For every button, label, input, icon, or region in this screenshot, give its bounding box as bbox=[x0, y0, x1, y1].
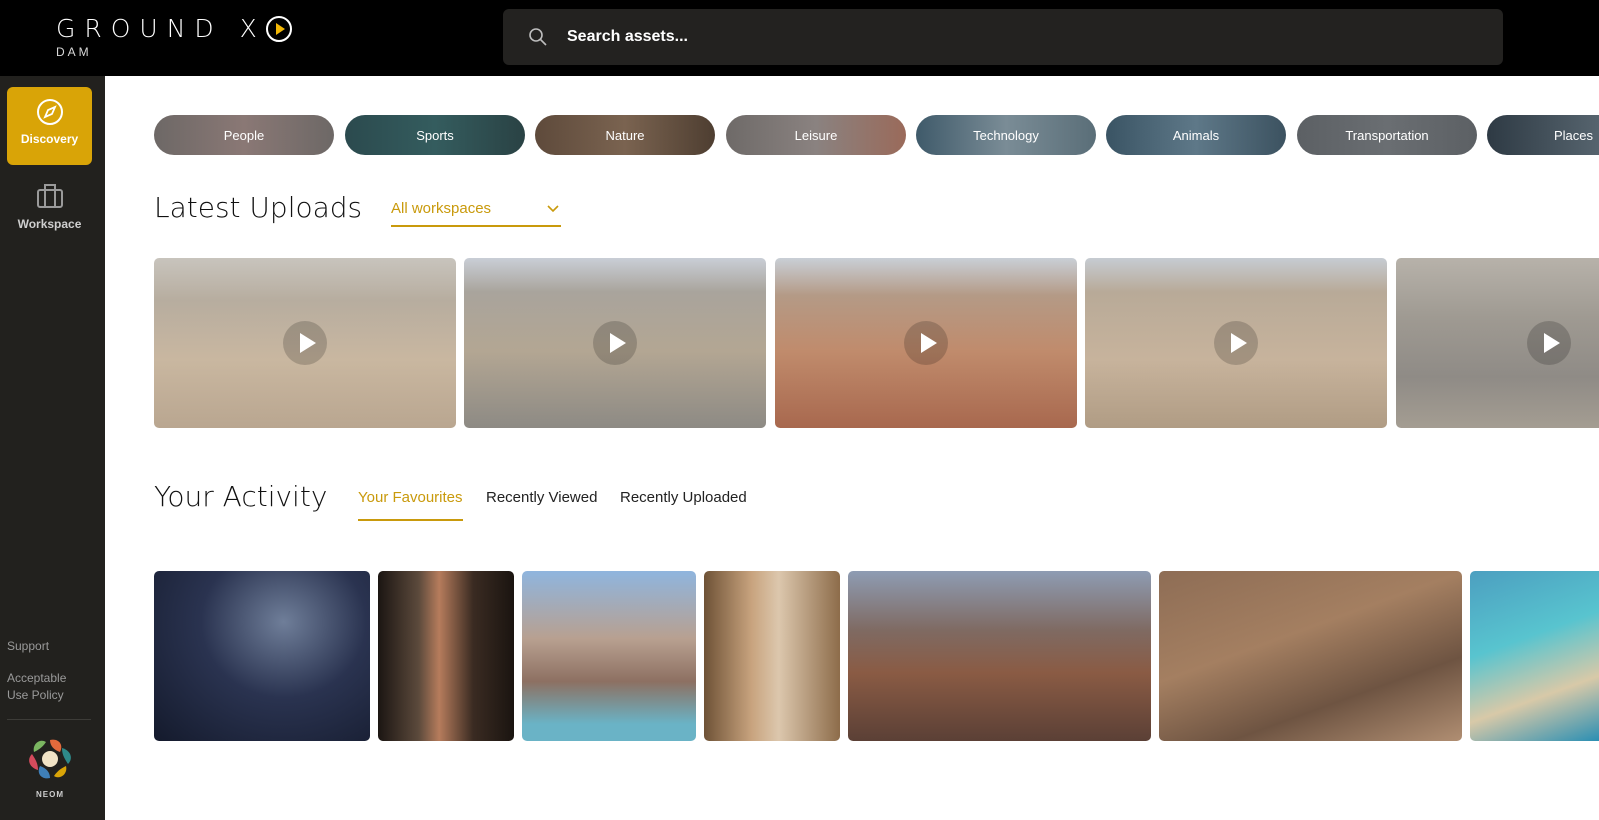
workspace-select[interactable]: All workspaces bbox=[391, 191, 561, 227]
sidebar-item-workspace[interactable]: Workspace bbox=[7, 172, 92, 250]
play-icon bbox=[1214, 321, 1258, 365]
category-label: Technology bbox=[973, 127, 1039, 143]
video-thumbnail[interactable] bbox=[775, 258, 1077, 428]
sidebar: Discovery Workspace Support Acceptable U… bbox=[0, 76, 105, 820]
search-bar[interactable] bbox=[503, 9, 1503, 65]
latest-uploads-title: Latest Uploads bbox=[154, 191, 363, 224]
logo-text: GROUND X bbox=[56, 14, 266, 43]
favourite-thumbnail[interactable] bbox=[378, 571, 514, 741]
acceptable-use-policy-link[interactable]: Acceptable Use Policy bbox=[7, 670, 82, 704]
sidebar-divider bbox=[7, 719, 91, 720]
tab-recently-uploaded[interactable]: Recently Uploaded bbox=[620, 489, 747, 519]
neom-label: NEOM bbox=[36, 790, 64, 799]
tab-recently-viewed[interactable]: Recently Viewed bbox=[486, 489, 597, 519]
favourite-thumbnail[interactable] bbox=[522, 571, 696, 741]
category-animals[interactable]: Animals bbox=[1106, 115, 1286, 155]
category-label: Places bbox=[1553, 127, 1593, 143]
search-icon bbox=[529, 28, 547, 46]
app-logo[interactable]: GROUND X DAM bbox=[56, 14, 292, 59]
category-label: Animals bbox=[1172, 127, 1220, 143]
category-sports[interactable]: Sports bbox=[345, 115, 525, 155]
workspace-select-value: All workspaces bbox=[391, 199, 492, 217]
category-label: Sports bbox=[416, 127, 454, 143]
video-thumbnail[interactable] bbox=[154, 258, 456, 428]
support-link[interactable]: Support bbox=[7, 638, 49, 655]
play-icon bbox=[904, 321, 948, 365]
favourite-thumbnail[interactable] bbox=[1159, 571, 1462, 741]
favourite-thumbnail[interactable] bbox=[1470, 571, 1599, 741]
neom-logo: NEOM bbox=[20, 736, 80, 799]
favourite-thumbnail[interactable] bbox=[704, 571, 840, 741]
play-logo-icon bbox=[265, 15, 292, 42]
sidebar-item-discovery[interactable]: Discovery bbox=[7, 87, 92, 165]
video-thumbnail[interactable] bbox=[1085, 258, 1387, 428]
favourite-thumbnail[interactable] bbox=[154, 571, 370, 741]
category-label: Leisure bbox=[794, 127, 838, 143]
tab-your-favourites[interactable]: Your Favourites bbox=[358, 489, 463, 521]
category-nature[interactable]: Nature bbox=[535, 115, 715, 155]
video-thumbnail[interactable] bbox=[464, 258, 766, 428]
sidebar-item-label: Discovery bbox=[20, 132, 79, 146]
favourite-thumbnail[interactable] bbox=[848, 571, 1151, 741]
category-places[interactable]: Places bbox=[1487, 115, 1599, 155]
play-icon bbox=[593, 321, 637, 365]
top-bar: GROUND X DAM bbox=[0, 0, 1599, 76]
category-leisure[interactable]: Leisure bbox=[726, 115, 906, 155]
chevron-down-icon bbox=[547, 205, 559, 213]
play-icon bbox=[283, 321, 327, 365]
video-thumbnail[interactable] bbox=[1396, 258, 1599, 428]
play-icon bbox=[1527, 321, 1571, 365]
category-label: People bbox=[223, 127, 265, 143]
compass-icon bbox=[36, 99, 63, 125]
sidebar-item-label: Workspace bbox=[17, 217, 82, 231]
category-transportation[interactable]: Transportation bbox=[1297, 115, 1477, 155]
category-label: Nature bbox=[605, 127, 645, 143]
category-technology[interactable]: Technology bbox=[916, 115, 1096, 155]
search-input[interactable] bbox=[565, 27, 1419, 47]
neom-emblem-icon bbox=[29, 739, 71, 779]
your-activity-title: Your Activity bbox=[154, 480, 328, 513]
briefcase-icon bbox=[36, 184, 63, 208]
category-label: Transportation bbox=[1345, 127, 1429, 143]
logo-subtitle: DAM bbox=[56, 45, 92, 59]
category-people[interactable]: People bbox=[154, 115, 334, 155]
